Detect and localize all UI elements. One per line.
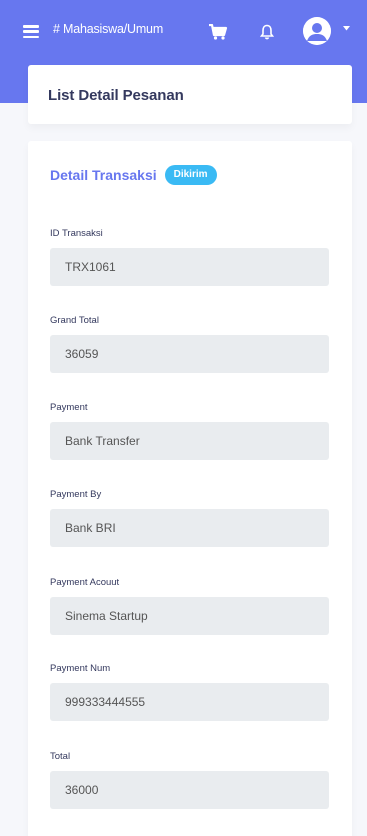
page-title: List Detail Pesanan: [48, 87, 184, 104]
menu-icon[interactable]: [23, 25, 39, 38]
field-value[interactable]: Sinema Startup: [50, 597, 329, 635]
field-grand-total: Grand Total 36059: [50, 315, 329, 373]
top-navbar: # Mahasiswa/Umum: [0, 0, 367, 64]
page-header-card: List Detail Pesanan: [28, 65, 352, 124]
detail-header: Detail Transaksi Dikirim: [50, 165, 217, 185]
avatar-icon: [303, 17, 331, 45]
field-label: ID Transaksi: [50, 228, 103, 239]
field-label: Total: [50, 751, 71, 762]
field-payment-account: Payment Acouut Sinema Startup: [50, 577, 329, 635]
field-total: Total 36000: [50, 751, 329, 809]
detail-title: Detail Transaksi: [50, 167, 157, 183]
transaction-detail-card: Detail Transaksi Dikirim ID Transaksi TR…: [28, 141, 352, 836]
field-label: Grand Total: [50, 315, 99, 326]
avatar[interactable]: [303, 17, 331, 45]
field-payment: Payment Bank Transfer: [50, 402, 329, 460]
field-value[interactable]: 36000: [50, 771, 329, 809]
field-value[interactable]: Bank BRI: [50, 509, 329, 547]
field-id-transaksi: ID Transaksi TRX1061: [50, 228, 329, 286]
field-label: Payment: [50, 402, 88, 413]
field-value[interactable]: TRX1061: [50, 248, 329, 286]
field-value[interactable]: Bank Transfer: [50, 422, 329, 460]
field-label: Payment By: [50, 489, 102, 500]
status-badge: Dikirim: [164, 165, 217, 185]
caret-down-icon[interactable]: [343, 26, 350, 31]
field-label: Payment Num: [50, 663, 111, 674]
field-value[interactable]: 36059: [50, 335, 329, 373]
field-value[interactable]: 999333444555: [50, 683, 329, 721]
field-payment-num: Payment Num 999333444555: [50, 663, 329, 721]
nav-title[interactable]: # Mahasiswa/Umum: [53, 22, 163, 36]
cart-icon[interactable]: [208, 24, 228, 40]
field-label: Payment Acouut: [50, 577, 120, 588]
bell-icon[interactable]: [260, 24, 274, 40]
field-payment-by: Payment By Bank BRI: [50, 489, 329, 547]
